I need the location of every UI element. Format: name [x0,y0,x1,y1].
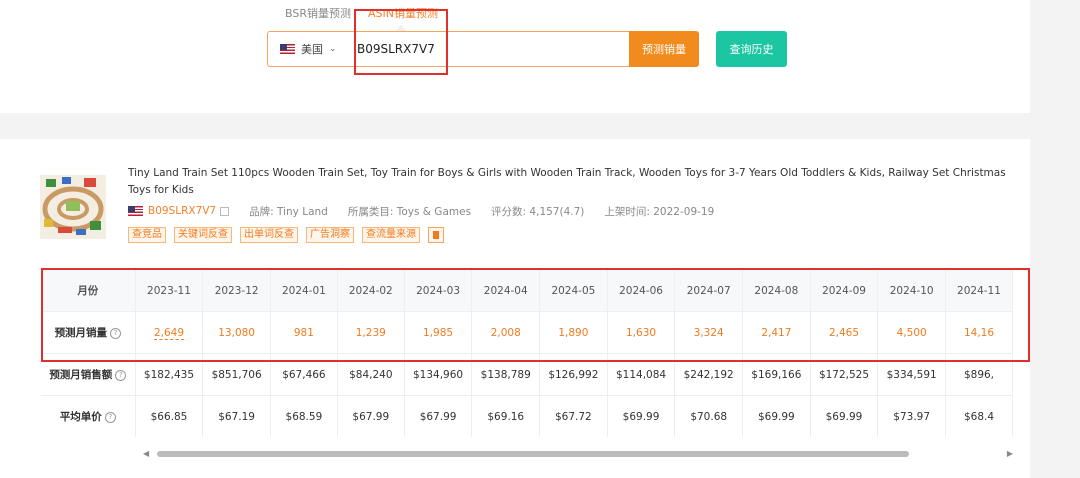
sales-cell-text: $172,525 [818,368,870,381]
price-cell-text: $67.72 [555,410,592,423]
price-cell-text: $67.99 [352,410,390,423]
price-cell: $67.99 [337,395,405,437]
price-cell-text: $67.99 [419,410,457,423]
product-title[interactable]: Tiny Land Train Set 110pcs Wooden Train … [128,165,1008,199]
price-cell: $69.99 [810,395,879,437]
sales-cell-text: $114,084 [615,368,667,381]
sales-cell-text: $138,789 [480,368,531,381]
price-cell: $69.16 [471,395,541,437]
tab-bsr-forecast[interactable]: BSR销量预测 [285,5,351,21]
sales-cell-text: $169,166 [751,368,802,381]
table-scrollbar[interactable]: ◀ ▶ [143,447,1013,459]
sales-cell-text: $67,466 [282,368,326,381]
price-cell-text: $66.85 [150,410,188,423]
price-header: 平均单价? [41,395,136,437]
sales-cell-text: $84,240 [349,368,393,381]
sales-cell-text: $851,706 [211,368,262,381]
price-cell: $69.99 [742,395,811,437]
price-cell-text: $69.99 [825,410,863,423]
price-cell-text: $73.97 [893,410,931,423]
brand-text: 品牌: Tiny Land [249,205,328,218]
scroll-right-icon[interactable]: ▶ [1007,449,1013,458]
search-panel: BSR销量预测 ASIN销量预测 美国 ⌄ 预测销量 查询历史 [0,0,1030,113]
price-cell: $68.4 [945,395,1013,437]
price-cell-text: $67.19 [218,410,255,423]
sales-cell-text: $896, [963,368,995,381]
price-cell-text: $68.59 [285,410,323,423]
price-cell-text: $68.4 [963,410,995,423]
sales-cell-text: $126,992 [548,368,599,381]
asin-link[interactable]: B09SLRX7V7 [148,205,216,217]
calculator-icon[interactable] [428,227,444,243]
highlight-box-table [41,268,1030,362]
price-cell-text: $70.68 [690,410,728,423]
price-cell: $67.19 [202,395,271,437]
chevron-down-icon: ⌄ [329,44,337,54]
scrollbar-thumb[interactable] [157,451,909,457]
price-cell: $70.68 [674,395,744,437]
price-cell: $68.59 [270,395,338,437]
tag-traffic-source[interactable]: 查流量来源 [362,227,420,243]
sales-header-label: 预测月销售额 [49,369,113,381]
us-flag-icon [128,206,143,216]
sales-cell-text: $242,192 [683,368,734,381]
launch-date-text: 上架时间: 2022-09-19 [604,205,715,218]
highlight-box-asin [354,9,448,75]
predict-sales-button[interactable]: 预测销量 [629,31,699,67]
sales-cell-text: $134,960 [413,368,464,381]
tag-competitors[interactable]: 查竞品 [128,227,166,243]
price-cell-text: $69.99 [622,410,660,423]
help-icon[interactable]: ? [104,411,116,423]
product-meta: B09SLRX7V7 品牌: Tiny Land 所属类目: Toys & Ga… [128,203,734,219]
price-cell: $67.99 [404,395,473,437]
price-cell: $69.99 [607,395,676,437]
scroll-left-icon[interactable]: ◀ [143,449,149,458]
help-icon[interactable]: ? [115,369,127,381]
asin-search-box: 美国 ⌄ [267,31,630,67]
price-cell-text: $69.16 [487,410,525,423]
price-cell: $67.72 [539,395,608,437]
external-link-icon[interactable] [220,206,230,216]
price-header-label: 平均单价 [59,411,102,423]
tag-keyword-reverse[interactable]: 关键词反查 [174,227,232,243]
us-flag-icon [280,44,295,54]
tag-order-keyword-reverse[interactable]: 出单词反查 [240,227,298,243]
category-text: 所属类目: Toys & Games [347,205,472,218]
product-thumbnail[interactable] [40,175,106,239]
price-cell: $73.97 [877,395,946,437]
action-tags: 查竞品 关键词反查 出单词反查 广告洞察 查流量来源 [128,227,444,243]
tag-ad-insight[interactable]: 广告洞察 [306,227,354,243]
sales-cell-text: $182,435 [143,368,195,381]
rating-text: 评分数: 4,157(4.7) [491,205,585,218]
sales-cell-text: $334,591 [886,368,937,381]
country-label: 美国 [301,43,323,56]
country-select[interactable]: 美国 ⌄ [280,32,337,66]
query-history-button[interactable]: 查询历史 [716,31,787,67]
price-cell-text: $69.99 [757,410,795,423]
price-cell: $66.85 [135,395,204,437]
